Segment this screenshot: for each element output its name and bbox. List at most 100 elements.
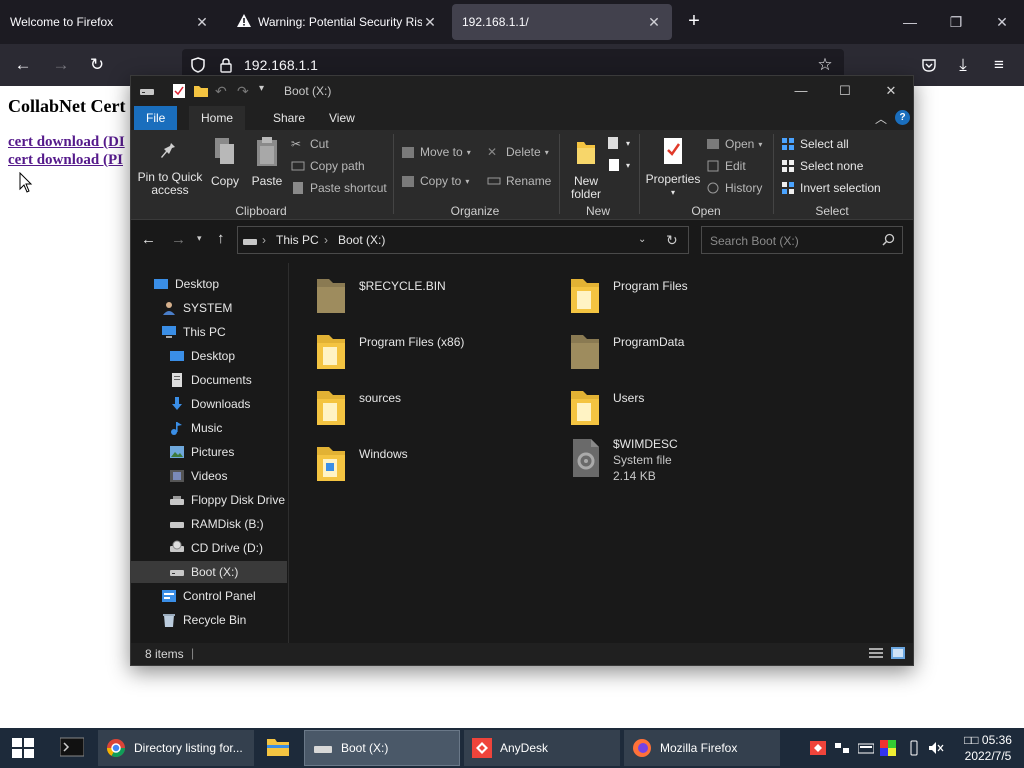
forward-icon[interactable]: → xyxy=(171,231,186,248)
nav-item-this-pc[interactable]: This PC xyxy=(131,321,287,343)
copy-path-button[interactable]: Copy path xyxy=(291,157,365,175)
details-view-icon[interactable] xyxy=(869,647,883,662)
delete-button[interactable]: ✕ Delete ▾ xyxy=(487,143,549,161)
up-arrow-icon[interactable]: ↑ xyxy=(217,230,225,247)
file-item-program-files[interactable]: Program Files xyxy=(567,273,807,325)
copy-to-button[interactable]: Copy to ▾ xyxy=(401,172,469,190)
terminal-icon[interactable] xyxy=(59,736,85,761)
taskbar-chrome[interactable]: Directory listing for... xyxy=(98,730,254,766)
nav-item-desktop[interactable]: Desktop xyxy=(131,273,287,295)
keyboard-tray-icon[interactable] xyxy=(857,740,875,756)
forward-icon[interactable]: → xyxy=(48,53,74,77)
close-icon[interactable]: ✕ xyxy=(877,80,905,102)
history-button[interactable]: History xyxy=(706,179,762,197)
file-item-windows[interactable]: Windows xyxy=(313,441,553,493)
file-explorer-icon[interactable] xyxy=(266,736,290,761)
back-icon[interactable]: ← xyxy=(141,231,156,248)
maximize-icon[interactable]: ☐ xyxy=(831,80,859,102)
tab-view[interactable]: View xyxy=(317,106,367,130)
chevron-down-icon[interactable]: ⌄ xyxy=(638,234,646,245)
tab-home[interactable]: Home xyxy=(189,106,246,130)
easy-access-button[interactable]: ▾ xyxy=(607,156,630,174)
nav-item-cd-drive[interactable]: CD Drive (D:) xyxy=(131,537,287,559)
new-folder-icon[interactable] xyxy=(193,83,209,99)
usb-tray-icon[interactable] xyxy=(906,740,922,756)
nav-item-ramdisk[interactable]: RAMDisk (B:) xyxy=(131,513,287,535)
properties-check-icon[interactable] xyxy=(171,83,187,99)
cert-download-link[interactable]: cert download (PI xyxy=(8,152,123,169)
tab-security-warning[interactable]: Warning: Potential Security Risk Ahead ✕ xyxy=(226,4,448,40)
close-icon[interactable]: ✕ xyxy=(646,14,662,31)
tab-router[interactable]: 192.168.1.1/ ✕ xyxy=(452,4,672,40)
search-input[interactable]: Search Boot (X:) xyxy=(701,226,903,254)
large-icons-view-icon[interactable] xyxy=(891,647,905,662)
close-icon[interactable]: ✕ xyxy=(422,14,438,31)
lock-icon[interactable] xyxy=(218,57,234,73)
nav-item-downloads[interactable]: Downloads xyxy=(131,393,287,415)
taskbar-boot-explorer[interactable]: Boot (X:) xyxy=(304,730,460,766)
nav-item-pictures[interactable]: Pictures xyxy=(131,441,287,463)
close-window-icon[interactable]: ✕ xyxy=(988,8,1016,36)
tab-share[interactable]: Share xyxy=(261,106,317,130)
minimize-icon[interactable]: — xyxy=(787,80,815,102)
file-item-wimdesc[interactable]: $WIMDESC System file 2.14 KB xyxy=(567,435,807,495)
pocket-icon[interactable] xyxy=(916,53,942,77)
move-to-button[interactable]: Move to ▾ xyxy=(401,143,471,161)
refresh-icon[interactable]: ↻ xyxy=(666,232,678,249)
file-item-sources[interactable]: sources xyxy=(313,385,553,437)
cert-download-link[interactable]: cert download (DI xyxy=(8,134,125,151)
paste-shortcut-button[interactable]: Paste shortcut xyxy=(291,179,387,197)
rename-button[interactable]: Rename xyxy=(487,172,551,190)
paste-button[interactable]: Paste xyxy=(247,136,287,188)
edit-button[interactable]: Edit xyxy=(706,157,746,175)
breadcrumb-this-pc[interactable]: This PC xyxy=(276,233,319,247)
reload-icon[interactable]: ↻ xyxy=(84,53,110,77)
restore-icon[interactable]: ❐ xyxy=(942,8,970,36)
nav-item-documents[interactable]: Documents xyxy=(131,369,287,391)
address-bar[interactable]: › This PC › Boot (X:) ⌄ ↻ xyxy=(237,226,689,254)
nav-item-floppy[interactable]: Floppy Disk Drive xyxy=(131,489,287,511)
new-item-button[interactable]: ▾ xyxy=(607,134,630,152)
new-folder-button[interactable]: New folder xyxy=(565,136,607,201)
breadcrumb-boot[interactable]: Boot (X:) xyxy=(338,233,385,247)
undo-icon[interactable]: ↶ xyxy=(215,83,231,99)
shield-icon[interactable] xyxy=(190,57,206,73)
tab-file[interactable]: File xyxy=(134,106,178,130)
file-item-programdata[interactable]: ProgramData xyxy=(567,329,807,381)
help-icon[interactable]: ? xyxy=(895,110,910,125)
nav-item-music[interactable]: Music xyxy=(131,417,287,439)
pin-to-quick-access-button[interactable]: Pin to Quick access xyxy=(137,136,203,197)
file-item-users[interactable]: Users xyxy=(567,385,807,437)
file-item-recycle-bin[interactable]: $RECYCLE.BIN xyxy=(313,273,553,325)
url-text[interactable]: 192.168.1.1 xyxy=(244,57,318,73)
redo-icon[interactable]: ↷ xyxy=(237,83,253,99)
open-button[interactable]: Open ▾ xyxy=(706,135,762,153)
volume-muted-icon[interactable] xyxy=(928,740,944,756)
file-item-program-files-x86[interactable]: Program Files (x86) xyxy=(313,329,553,381)
nav-item-control-panel[interactable]: Control Panel xyxy=(131,585,287,607)
tab-welcome[interactable]: Welcome to Firefox ✕ xyxy=(0,4,220,40)
collapse-ribbon-icon[interactable]: ︿ xyxy=(875,110,887,127)
select-none-button[interactable]: Select none xyxy=(781,157,863,175)
copy-button[interactable]: Copy xyxy=(207,136,243,188)
back-icon[interactable]: ← xyxy=(10,53,36,77)
nav-item-recycle-bin[interactable]: Recycle Bin xyxy=(131,609,287,631)
new-tab-icon[interactable]: + xyxy=(682,10,706,34)
nav-item-desktop[interactable]: Desktop xyxy=(131,345,287,367)
menu-icon[interactable]: ≡ xyxy=(986,53,1012,77)
properties-button[interactable]: Properties ▾ xyxy=(645,136,701,199)
taskbar-anydesk[interactable]: AnyDesk xyxy=(464,730,620,766)
minimize-icon[interactable]: — xyxy=(896,8,924,36)
customize-toolbar-icon[interactable]: ▾ xyxy=(259,83,275,99)
nav-item-system[interactable]: SYSTEM xyxy=(131,297,287,319)
nav-item-videos[interactable]: Videos xyxy=(131,465,287,487)
nav-item-boot[interactable]: Boot (X:) xyxy=(131,561,287,583)
anydesk-tray-icon[interactable] xyxy=(810,740,826,756)
bookmark-star-icon[interactable]: ☆ xyxy=(812,53,838,77)
cut-button[interactable]: ✂ Cut xyxy=(291,135,329,153)
recent-locations-icon[interactable]: ▾ xyxy=(197,233,202,244)
downloads-icon[interactable]: ⤓ xyxy=(950,53,976,77)
start-windows-icon[interactable] xyxy=(12,738,34,761)
system-clock[interactable]: □□ 05:36 2022/7/5 xyxy=(956,732,1020,764)
invert-selection-button[interactable]: Invert selection xyxy=(781,179,881,197)
